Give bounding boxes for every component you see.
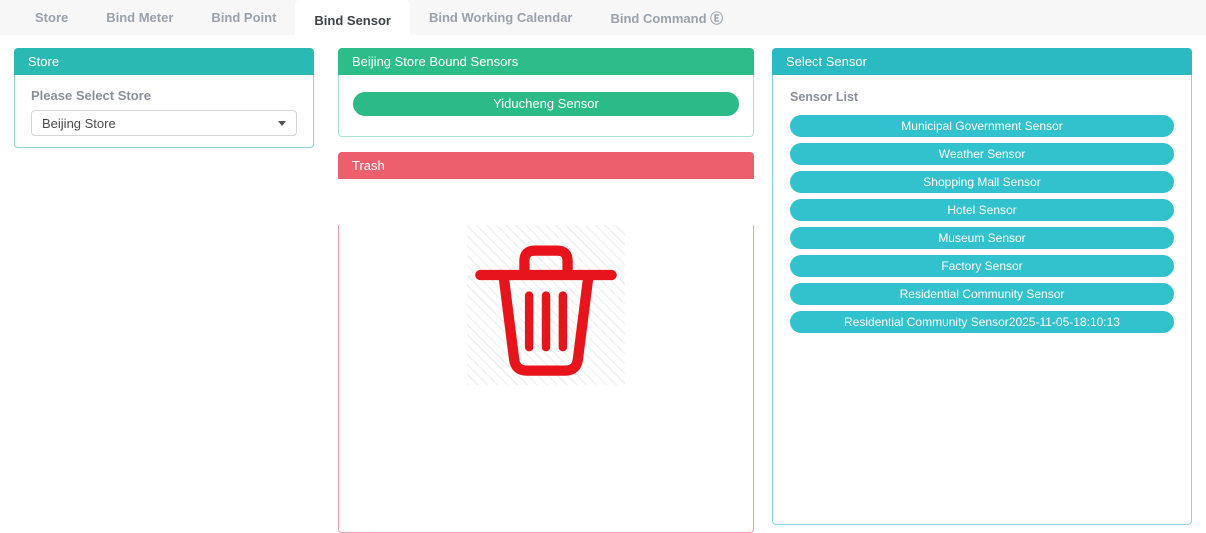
store-panel: Store Please Select Store Beijing Store <box>14 48 314 148</box>
select-sensor-panel-title: Select Sensor <box>772 48 1192 75</box>
sensor-pill-museum[interactable]: Museum Sensor <box>790 227 1174 249</box>
bound-sensors-dropzone[interactable]: Yiducheng Sensor <box>338 75 754 137</box>
sensor-pill-factory[interactable]: Factory Sensor <box>790 255 1174 277</box>
sensor-pill-hotel[interactable]: Hotel Sensor <box>790 199 1174 221</box>
sensor-list-label: Sensor List <box>790 90 1174 104</box>
tab-bar: Store Bind Meter Bind Point Bind Sensor … <box>0 0 1206 35</box>
tab-bind-command[interactable]: Bind Command Ⓔ <box>591 0 742 35</box>
bound-sensors-panel-title: Beijing Store Bound Sensors <box>338 48 754 75</box>
trash-can-icon <box>471 230 621 380</box>
bound-sensors-panel: Beijing Store Bound Sensors Yiducheng Se… <box>338 48 754 137</box>
tab-bind-sensor[interactable]: Bind Sensor <box>295 0 410 40</box>
store-select-value: Beijing Store <box>42 116 116 131</box>
tab-bind-meter[interactable]: Bind Meter <box>87 0 192 35</box>
trash-dropzone[interactable] <box>338 225 754 533</box>
trash-panel-title: Trash <box>338 152 754 179</box>
sensor-pill-weather[interactable]: Weather Sensor <box>790 143 1174 165</box>
select-sensor-panel: Select Sensor Sensor List Municipal Gove… <box>772 48 1192 525</box>
sensor-pill-residential-community-timestamped[interactable]: Residential Community Sensor2025-11-05-1… <box>790 311 1174 333</box>
sensor-pill-shopping-mall[interactable]: Shopping Mall Sensor <box>790 171 1174 193</box>
tab-bind-working-calendar[interactable]: Bind Working Calendar <box>410 0 592 35</box>
store-select-label: Please Select Store <box>31 88 297 103</box>
chevron-down-icon <box>278 121 286 126</box>
store-panel-title: Store <box>14 48 314 75</box>
store-panel-body: Please Select Store Beijing Store <box>14 75 314 148</box>
sensor-pill-residential-community[interactable]: Residential Community Sensor <box>790 283 1174 305</box>
sensor-pill-municipal-government[interactable]: Municipal Government Sensor <box>790 115 1174 137</box>
tab-bind-point[interactable]: Bind Point <box>192 0 295 35</box>
tab-store[interactable]: Store <box>16 0 87 35</box>
bound-sensor-pill[interactable]: Yiducheng Sensor <box>353 92 739 116</box>
store-select[interactable]: Beijing Store <box>31 110 297 136</box>
sensor-list-container: Sensor List Municipal Government Sensor … <box>772 75 1192 525</box>
trash-panel: Trash <box>338 152 754 533</box>
trash-icon-background <box>467 225 625 385</box>
